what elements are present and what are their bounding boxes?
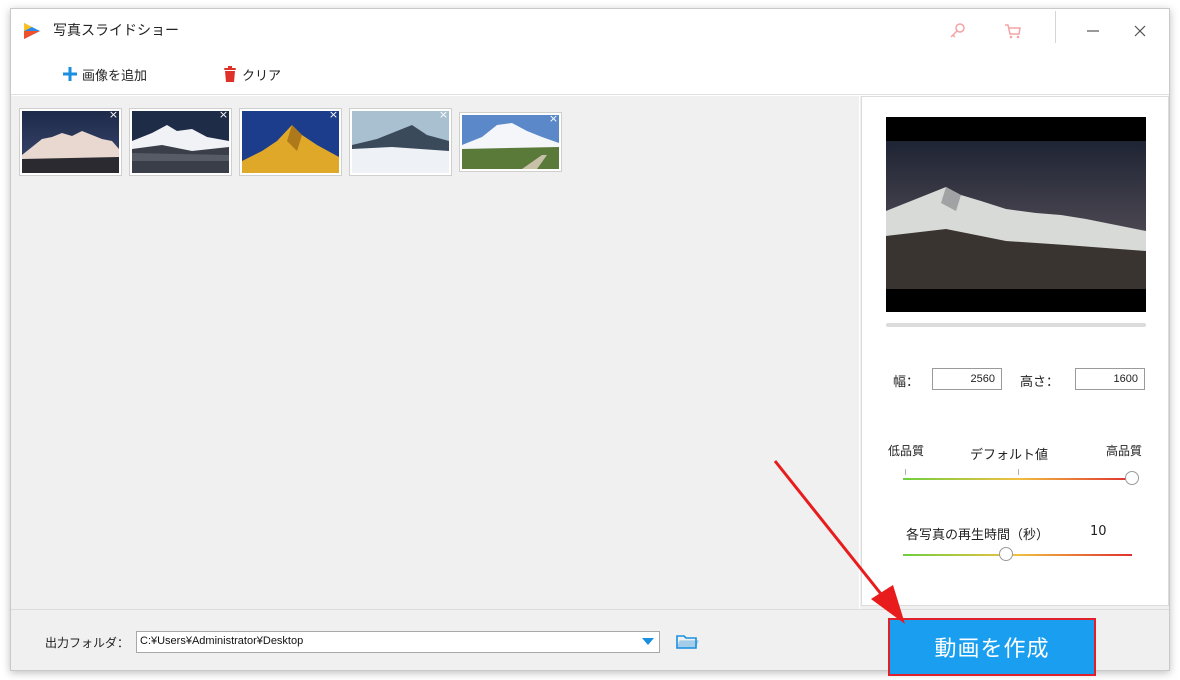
quality-low-label: 低品質 [888,444,925,458]
remove-image-icon[interactable]: × [548,113,559,125]
duration-slider-track[interactable] [903,554,1132,556]
app-window: 写真スライドショー 画像を追加 クリア × × × × × 幅： 2560 高さ… [10,8,1170,676]
preview-progress-bar[interactable] [886,323,1146,327]
bottom-bar: 出力フォルダ： C:¥Users¥Administrator¥Desktop 動… [11,609,1169,676]
output-folder-field[interactable]: C:¥Users¥Administrator¥Desktop [136,631,660,653]
thumbnail-image [132,111,229,173]
width-label: 幅： [893,375,920,390]
remove-image-icon[interactable]: × [108,109,119,121]
thumbnail-image [22,111,119,173]
quality-tick [1018,469,1019,475]
remove-image-icon[interactable]: × [438,109,449,121]
toolbar: 画像を追加 クリア [11,53,1169,95]
duration-slider-thumb[interactable] [999,547,1014,561]
clear-label: クリア [242,68,282,84]
height-label: 高さ： [1020,375,1060,390]
titlebar-separator [1055,11,1056,43]
settings-panel: 幅： 2560 高さ： 1600 低品質 デフォルト値 高品質 各写真の再生時間… [860,96,1169,609]
quality-tick [905,469,906,475]
quality-high-label: 高品質 [1106,444,1143,458]
add-image-button[interactable]: 画像を追加 [63,63,147,85]
image-thumbnail[interactable]: × [239,108,342,176]
plus-icon [63,67,77,81]
folder-icon[interactable] [675,632,699,652]
thumbnail-image [242,111,339,173]
output-folder-label: 出力フォルダ： [45,636,130,650]
remove-image-icon[interactable]: × [218,109,229,121]
image-thumbnail[interactable]: × [349,108,452,176]
trash-icon [224,66,236,82]
quality-slider-thumb[interactable] [1125,471,1139,485]
image-list-area[interactable]: × × × × × [11,96,859,609]
minimize-icon[interactable] [1081,19,1105,43]
clear-button[interactable]: クリア [223,63,281,85]
duration-label: 各写真の再生時間（秒） [906,528,1050,543]
title-bar: 写真スライドショー [11,9,1169,53]
key-icon[interactable] [946,19,970,43]
height-input[interactable]: 1600 [1075,368,1145,390]
preview-window [886,117,1146,312]
chevron-down-icon[interactable] [637,632,659,652]
remove-image-icon[interactable]: × [328,109,339,121]
create-video-button[interactable]: 動画を作成 [888,618,1096,676]
thumbnail-image [352,111,449,173]
close-icon[interactable] [1128,19,1152,43]
app-title: 写真スライドショー [53,23,179,39]
quality-default-label: デフォルト値 [970,448,1049,463]
quality-slider-track[interactable] [903,478,1132,480]
duration-value: 10 [1090,524,1107,539]
add-image-label: 画像を追加 [82,68,148,84]
cart-icon[interactable] [1001,19,1025,43]
image-thumbnail[interactable]: × [129,108,232,176]
image-thumbnail[interactable]: × [459,112,562,172]
preview-image [886,141,1146,289]
image-thumbnail[interactable]: × [19,108,122,176]
width-input[interactable]: 2560 [932,368,1002,390]
thumbnail-image [462,115,559,169]
app-logo-icon [24,23,40,39]
